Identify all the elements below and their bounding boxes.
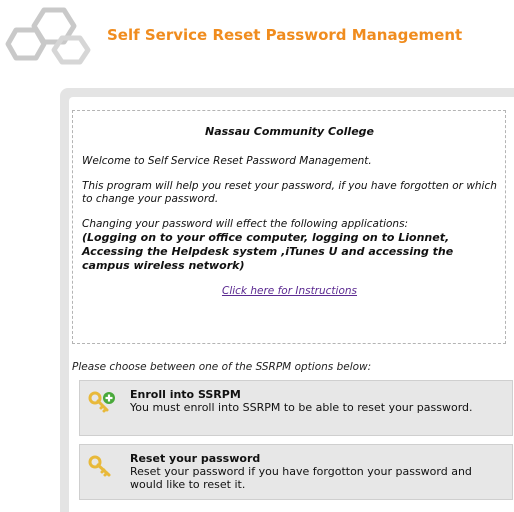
program-description: This program will help you reset your pa… (82, 180, 497, 205)
enroll-option-text: Enroll into SSRPM You must enroll into S… (130, 388, 500, 414)
college-name: Nassau Community College (204, 125, 375, 138)
enroll-option-description: You must enroll into SSRPM to be able to… (130, 401, 473, 414)
reset-option-text: Reset your password Reset your password … (130, 452, 500, 491)
reset-option-description: Reset your password if you have forgotto… (130, 465, 472, 491)
enroll-option-title: Enroll into SSRPM (130, 388, 241, 401)
welcome-text: Welcome to Self Service Reset Password M… (82, 155, 372, 167)
reset-password-option-button[interactable]: Reset your password Reset your password … (79, 444, 513, 500)
instructions-container: Click here for Instructions (82, 285, 497, 297)
info-box: Nassau Community College Welcome to Self… (72, 110, 506, 344)
changing-text: Changing your password will effect the f… (82, 218, 409, 230)
key-icon (88, 455, 111, 477)
enroll-option-button[interactable]: Enroll into SSRPM You must enroll into S… (79, 380, 513, 436)
affected-applications: Changing your password will effect the f… (82, 218, 497, 273)
choose-prompt: Please choose between one of the SSRPM o… (72, 361, 372, 373)
hexagon-logo-icon (5, 7, 91, 65)
panel-content: Nassau Community College Welcome to Self… (69, 97, 514, 512)
main-panel: Nassau Community College Welcome to Self… (60, 88, 514, 512)
applications-list: (Logging on to your office computer, log… (82, 231, 454, 272)
key-plus-icon (88, 391, 115, 413)
page-title: Self Service Reset Password Management (107, 26, 463, 44)
reset-option-title: Reset your password (130, 452, 261, 465)
instructions-link[interactable]: Click here for Instructions (222, 285, 357, 297)
